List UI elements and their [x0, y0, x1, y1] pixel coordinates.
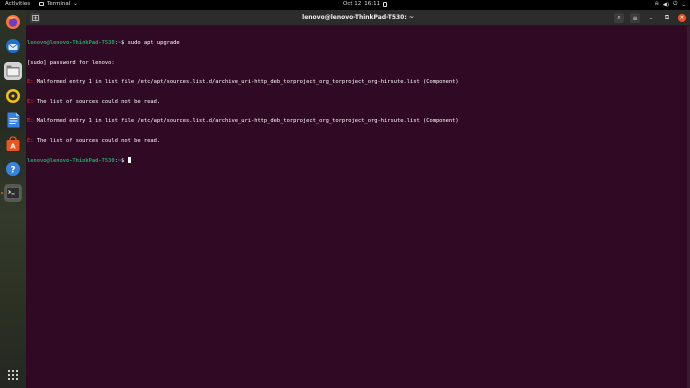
terminal-line: E: Malformed entry 1 in list file /etc/a…: [27, 118, 687, 125]
search-icon: ⌕: [617, 14, 621, 21]
system-tray[interactable]: ⍾ ◀) ⏻ ⌄: [655, 1, 686, 8]
volume-icon: ◀): [662, 1, 670, 8]
app-menu-label: Terminal: [47, 1, 71, 7]
chevron-down-icon: ⌄: [681, 1, 686, 8]
running-indicator: [1, 192, 3, 194]
prompt-path: ~: [117, 158, 122, 164]
window-title: lenovo@lenovo-ThinkPad-T530: ~: [302, 14, 414, 21]
clock[interactable]: Oct 12 16:11: [343, 1, 388, 7]
error-message: The list of sources could not be read.: [36, 137, 161, 144]
command-text: sudo apt upgrade: [127, 40, 180, 46]
hamburger-menu-icon: ≡: [632, 14, 638, 22]
close-button[interactable]: ✕: [678, 14, 686, 22]
maximize-button[interactable]: ⧉: [662, 13, 672, 23]
error-tag: E:: [27, 98, 34, 105]
error-tag: E:: [27, 79, 34, 85]
terminal-line: E: Malformed entry 1 in list file /etc/a…: [27, 79, 687, 86]
svg-text:?: ?: [10, 166, 15, 176]
date-label: Oct 12: [343, 1, 362, 7]
dock: A ?: [0, 10, 26, 388]
close-icon: ✕: [679, 15, 685, 21]
minimize-icon: –: [649, 14, 653, 22]
terminal-window: lenovo@lenovo-ThinkPad-T530: ~ ⌕ ≡ – ⧉ ✕…: [26, 10, 690, 388]
error-message: Malformed entry 1 in list file /etc/apt/…: [36, 79, 459, 85]
terminal-app-icon[interactable]: [4, 184, 22, 202]
error-message: The list of sources could not be read.: [36, 98, 161, 105]
firefox-icon[interactable]: [4, 13, 22, 31]
terminal-icon: [39, 2, 44, 6]
terminal-line: lenovo@lenovo-ThinkPad-T530:~$ sudo apt …: [27, 40, 180, 46]
sudo-prompt: [sudo] password for lenovo:: [27, 59, 115, 66]
help-icon[interactable]: ?: [4, 160, 22, 178]
activities-button[interactable]: Activities: [5, 1, 30, 7]
terminal-line: [sudo] password for lenovo:: [27, 60, 687, 67]
files-icon[interactable]: [4, 62, 22, 80]
svg-text:A: A: [10, 143, 16, 151]
prompt-path: ~: [117, 40, 122, 46]
terminal-line: lenovo@lenovo-ThinkPad-T530:~$: [27, 157, 687, 164]
rhythmbox-icon[interactable]: [4, 87, 22, 105]
menu-button[interactable]: ≡: [630, 13, 640, 23]
error-tag: E:: [27, 118, 34, 124]
chevron-down-icon: ⌄: [73, 1, 78, 7]
network-icon: ⍾: [654, 1, 659, 7]
terminal-line: E: The list of sources could not be read…: [27, 138, 687, 145]
text-cursor: [127, 157, 131, 163]
error-message: Malformed entry 1 in list file /etc/apt/…: [36, 118, 459, 124]
prompt-user: lenovo@lenovo-ThinkPad-T530: [27, 158, 115, 164]
terminal-line: E: The list of sources could not be read…: [27, 99, 687, 106]
notification-icon: [383, 1, 388, 7]
app-menu[interactable]: Terminal ⌄: [39, 1, 78, 7]
restore-icon: ⧉: [664, 14, 670, 21]
power-icon: ⏻: [673, 1, 678, 7]
thunderbird-icon[interactable]: [4, 37, 22, 55]
top-bar: Activities Terminal ⌄ Oct 12 16:11 ⍾ ◀) …: [0, 0, 690, 10]
ubuntu-software-icon[interactable]: A: [4, 135, 22, 153]
time-label: 16:11: [364, 1, 381, 7]
libreoffice-writer-icon[interactable]: [4, 111, 22, 129]
show-applications-button[interactable]: [4, 366, 22, 384]
minimize-button[interactable]: –: [646, 13, 656, 23]
terminal-output[interactable]: lenovo@lenovo-ThinkPad-T530:~$ sudo apt …: [27, 27, 687, 387]
title-bar[interactable]: lenovo@lenovo-ThinkPad-T530: ~ ⌕ ≡ – ⧉ ✕: [26, 10, 690, 26]
error-tag: E:: [27, 137, 34, 144]
search-button[interactable]: ⌕: [614, 13, 624, 23]
prompt-user: lenovo@lenovo-ThinkPad-T530: [27, 40, 115, 46]
